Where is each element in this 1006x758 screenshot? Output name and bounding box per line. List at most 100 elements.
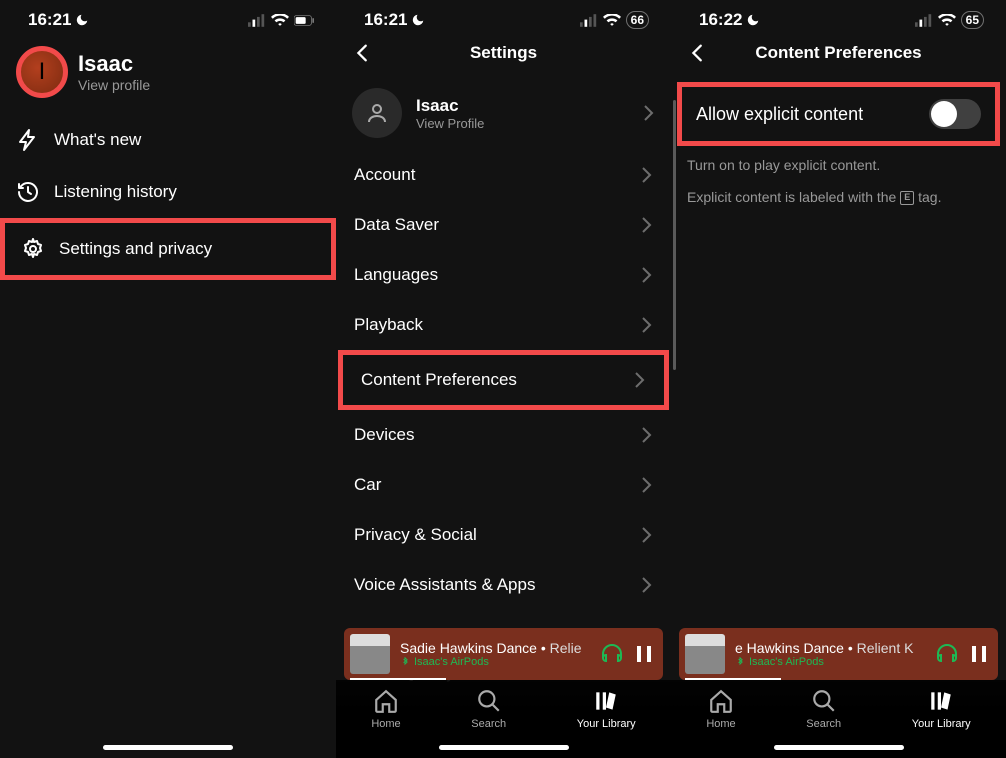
- tab-library[interactable]: Your Library: [577, 688, 636, 730]
- gear-icon: [21, 237, 45, 261]
- headphones-icon[interactable]: [934, 641, 960, 667]
- search-icon: [811, 688, 837, 714]
- wifi-icon: [271, 14, 289, 27]
- chevron-right-icon: [641, 166, 653, 184]
- bluetooth-icon: [400, 657, 410, 667]
- now-playing-bar[interactable]: e Hawkins Dance • Relient K Isaac's AirP…: [679, 628, 998, 680]
- menu-listening-history[interactable]: Listening history: [0, 166, 336, 218]
- moon-icon: [411, 13, 425, 27]
- avatar: [352, 88, 402, 138]
- output-device: Isaac's AirPods: [400, 656, 589, 668]
- headphones-icon[interactable]: [599, 641, 625, 667]
- back-button[interactable]: [687, 42, 709, 64]
- chevron-right-icon: [641, 316, 653, 334]
- album-art: [350, 634, 390, 674]
- status-time: 16:21: [364, 10, 407, 30]
- row-devices[interactable]: Devices: [336, 410, 671, 460]
- avatar[interactable]: I: [16, 46, 68, 98]
- battery-icon: [294, 15, 314, 26]
- description-line-1: Turn on to play explicit content.: [671, 150, 1006, 182]
- tab-home[interactable]: Home: [371, 688, 400, 730]
- row-content-preferences[interactable]: Content Preferences: [338, 350, 669, 410]
- screen-header: Content Preferences: [671, 36, 1006, 78]
- wifi-icon: [938, 14, 956, 27]
- profile-row[interactable]: Isaac View Profile: [336, 78, 671, 150]
- row-playback[interactable]: Playback: [336, 300, 671, 350]
- library-icon: [593, 688, 619, 714]
- chevron-right-icon: [641, 216, 653, 234]
- bolt-icon: [16, 128, 40, 152]
- output-device: Isaac's AirPods: [735, 656, 924, 668]
- explicit-tag-icon: E: [900, 191, 914, 205]
- now-playing-bar[interactable]: Sadie Hawkins Dance • Relie Isaac's AirP…: [344, 628, 663, 680]
- row-car[interactable]: Car: [336, 460, 671, 510]
- row-voice-assistants[interactable]: Voice Assistants & Apps: [336, 560, 671, 610]
- screen-title: Settings: [374, 43, 633, 63]
- row-allow-explicit[interactable]: Allow explicit content: [677, 82, 1000, 146]
- chevron-right-icon: [643, 104, 655, 122]
- wifi-icon: [603, 14, 621, 27]
- status-bar: 16:21: [0, 0, 336, 36]
- chevron-right-icon: [641, 426, 653, 444]
- phone-screen-2: 16:21 66 Settings Isaac View Profile Acc…: [336, 0, 671, 758]
- chevron-right-icon: [634, 371, 646, 389]
- row-account[interactable]: Account: [336, 150, 671, 200]
- tab-home[interactable]: Home: [706, 688, 735, 730]
- signal-icon: [248, 14, 266, 27]
- menu-label: Settings and privacy: [59, 239, 212, 259]
- home-indicator: [439, 745, 569, 750]
- library-icon: [928, 688, 954, 714]
- toggle-label: Allow explicit content: [696, 104, 863, 125]
- back-button[interactable]: [352, 42, 374, 64]
- signal-icon: [580, 14, 598, 27]
- bluetooth-icon: [735, 657, 745, 667]
- tab-search[interactable]: Search: [806, 688, 841, 730]
- home-indicator: [103, 745, 233, 750]
- row-privacy-social[interactable]: Privacy & Social: [336, 510, 671, 560]
- status-bar: 16:22 65: [671, 0, 1006, 36]
- chevron-right-icon: [641, 526, 653, 544]
- screen-header: Settings: [336, 36, 671, 78]
- tab-library[interactable]: Your Library: [912, 688, 971, 730]
- search-icon: [476, 688, 502, 714]
- explicit-toggle[interactable]: [929, 99, 981, 129]
- status-time: 16:22: [699, 10, 742, 30]
- view-profile-link[interactable]: View profile: [78, 77, 150, 93]
- row-data-saver[interactable]: Data Saver: [336, 200, 671, 250]
- album-art: [685, 634, 725, 674]
- profile-name: Isaac: [78, 51, 150, 77]
- menu-label: What's new: [54, 130, 141, 150]
- phone-screen-1: 16:21 I Isaac View profile What's new Li…: [0, 0, 336, 758]
- home-indicator: [774, 745, 904, 750]
- status-time: 16:21: [28, 10, 71, 30]
- phone-screen-3: 16:22 65 Content Preferences Allow expli…: [671, 0, 1006, 758]
- chevron-right-icon: [641, 266, 653, 284]
- battery-level: 66: [626, 11, 649, 29]
- profile-header[interactable]: I Isaac View profile: [0, 36, 336, 114]
- menu-whats-new[interactable]: What's new: [0, 114, 336, 166]
- profile-name: Isaac: [416, 96, 484, 116]
- row-languages[interactable]: Languages: [336, 250, 671, 300]
- status-bar: 16:21 66: [336, 0, 671, 36]
- moon-icon: [746, 13, 760, 27]
- history-icon: [16, 180, 40, 204]
- pause-button[interactable]: [635, 644, 653, 664]
- tab-search[interactable]: Search: [471, 688, 506, 730]
- screen-title: Content Preferences: [709, 43, 968, 63]
- view-profile-link: View Profile: [416, 116, 484, 131]
- person-icon: [365, 101, 389, 125]
- home-icon: [373, 688, 399, 714]
- battery-level: 65: [961, 11, 984, 29]
- signal-icon: [915, 14, 933, 27]
- chevron-right-icon: [641, 476, 653, 494]
- moon-icon: [75, 13, 89, 27]
- home-icon: [708, 688, 734, 714]
- scroll-indicator: [673, 100, 676, 370]
- menu-settings-privacy[interactable]: Settings and privacy: [0, 218, 336, 280]
- menu-label: Listening history: [54, 182, 177, 202]
- track-info: Sadie Hawkins Dance • Relie: [400, 640, 589, 656]
- pause-button[interactable]: [970, 644, 988, 664]
- description-line-2: Explicit content is labeled with the E t…: [671, 182, 1006, 214]
- chevron-right-icon: [641, 576, 653, 594]
- track-info: e Hawkins Dance • Relient K: [735, 640, 924, 656]
